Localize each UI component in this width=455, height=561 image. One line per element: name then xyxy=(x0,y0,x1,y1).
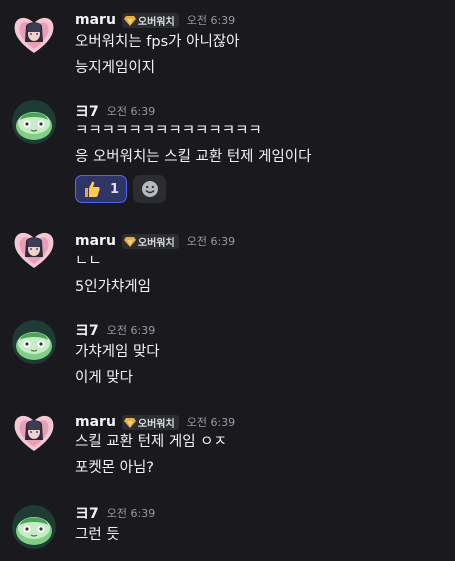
message-text: ㅋㅋㅋㅋㅋㅋㅋㅋㅋㅋㅋㅋㅋㅋ xyxy=(75,123,262,139)
timestamp[interactable]: 오전 6:39 xyxy=(187,414,235,430)
reaction-thumbs-up[interactable]: 1 xyxy=(75,175,127,203)
message-group: maru 오버워치 오전 6:39 오버워치는 fps가 아니잖아 능지게임이지 xyxy=(0,0,455,90)
avatar[interactable] xyxy=(12,505,56,549)
avatar[interactable] xyxy=(12,320,56,364)
maru-heart-avatar-icon xyxy=(12,12,56,56)
server-tag[interactable]: 오버워치 xyxy=(121,233,179,249)
add-reaction-button[interactable] xyxy=(133,175,166,203)
gem-icon xyxy=(124,15,136,26)
avatar[interactable] xyxy=(12,410,56,454)
timestamp[interactable]: 오전 6:39 xyxy=(107,505,155,521)
message-header: ヨ7 오전 6:39 xyxy=(75,101,155,121)
smiley-icon xyxy=(141,181,158,197)
message-header: ヨ7 오전 6:39 xyxy=(75,320,155,340)
timestamp[interactable]: 오전 6:39 xyxy=(187,233,235,249)
server-tag[interactable]: 오버워치 xyxy=(121,12,179,28)
message-text: 5인가챠게임 xyxy=(75,279,151,295)
message-text: ㄴㄴ xyxy=(75,253,102,269)
message-group: maru 오버워치 오전 6:39 스킬 교환 턴제 게임 ㅇㅈ 포켓몬 아님? xyxy=(0,400,455,495)
reaction-bar: 1 xyxy=(75,175,166,203)
message-text: 응 오버워치는 스킬 교환 턴제 게임이다 xyxy=(75,149,312,165)
maru-heart-avatar-icon xyxy=(12,227,56,271)
server-tag[interactable]: 오버워치 xyxy=(121,414,179,430)
timestamp[interactable]: 오전 6:39 xyxy=(107,103,155,119)
message-text: 능지게임이지 xyxy=(75,60,156,76)
melon-slime-avatar-icon xyxy=(12,320,56,364)
message-text: 그런 듯 xyxy=(75,527,120,543)
message-text: 포켓몬 아님? xyxy=(75,460,155,476)
gem-icon xyxy=(124,236,136,247)
melon-slime-avatar-icon xyxy=(12,505,56,549)
avatar[interactable] xyxy=(12,100,56,144)
timestamp[interactable]: 오전 6:39 xyxy=(187,12,235,28)
message-text: 가챠게임 맞다 xyxy=(75,344,160,360)
username[interactable]: maru xyxy=(75,233,116,249)
reaction-count: 1 xyxy=(110,181,120,197)
avatar[interactable] xyxy=(12,12,56,56)
thumbs-up-icon xyxy=(85,181,100,197)
message-group: ヨ7 오전 6:39 가챠게임 맞다 이게 맞다 xyxy=(0,310,455,400)
message-header: maru 오버워치 오전 6:39 xyxy=(75,10,235,30)
username[interactable]: maru xyxy=(75,12,116,28)
message-group: maru 오버워치 오전 6:39 ㄴㄴ 5인가챠게임 xyxy=(0,215,455,310)
message-group: ヨ7 오전 6:39 그런 듯 xyxy=(0,495,455,561)
message-text: 오버워치는 fps가 아니잖아 xyxy=(75,34,240,50)
server-tag-label: 오버워치 xyxy=(137,418,175,430)
timestamp[interactable]: 오전 6:39 xyxy=(107,322,155,338)
username[interactable]: maru xyxy=(75,414,116,430)
avatar[interactable] xyxy=(12,227,56,271)
maru-heart-avatar-icon xyxy=(12,410,56,454)
message-header: maru 오버워치 오전 6:39 xyxy=(75,412,235,432)
message-text: 이게 맞다 xyxy=(75,370,133,386)
message-group: ヨ7 오전 6:39 ㅋㅋㅋㅋㅋㅋㅋㅋㅋㅋㅋㅋㅋㅋ 응 오버워치는 스킬 교환 … xyxy=(0,95,455,210)
message-header: maru 오버워치 오전 6:39 xyxy=(75,231,235,251)
melon-slime-avatar-icon xyxy=(12,100,56,144)
gem-icon xyxy=(124,417,136,428)
message-text: 스킬 교환 턴제 게임 ㅇㅈ xyxy=(75,434,227,450)
server-tag-label: 오버워치 xyxy=(137,237,175,249)
message-header: ヨ7 오전 6:39 xyxy=(75,503,155,523)
server-tag-label: 오버워치 xyxy=(137,16,175,28)
username[interactable]: ヨ7 xyxy=(75,320,99,340)
username[interactable]: ヨ7 xyxy=(75,101,99,121)
username[interactable]: ヨ7 xyxy=(75,503,99,523)
